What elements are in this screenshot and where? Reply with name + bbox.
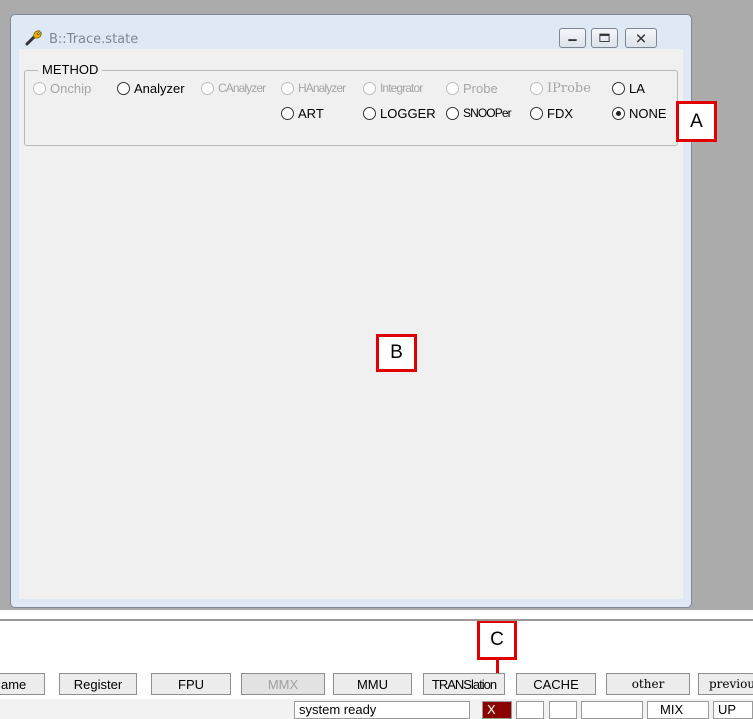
radio-probe-dot[interactable] — [446, 82, 459, 95]
callout-a: A — [676, 101, 717, 142]
callout-c: C — [477, 620, 517, 660]
minimize-icon — [568, 39, 577, 42]
trace-state-window: B::Trace.state METHOD Onchip Analyzer CA… — [10, 14, 692, 608]
workspace: B::Trace.state METHOD Onchip Analyzer CA… — [0, 0, 753, 610]
radio-la-dot[interactable] — [612, 82, 625, 95]
radio-integrator[interactable]: Integrator — [363, 81, 423, 95]
radio-none-label: NONE — [629, 106, 667, 121]
toolbar-button-translation[interactable]: TRANSlation — [423, 673, 505, 695]
method-group: METHOD Onchip Analyzer CAnalyzer HAnalyz… — [24, 62, 678, 146]
radio-canalyzer[interactable]: CAnalyzer — [201, 81, 266, 95]
status-cell-empty-2 — [549, 701, 577, 719]
radio-logger-dot[interactable] — [363, 107, 376, 120]
separator-line — [0, 619, 753, 621]
status-message: system ready — [294, 701, 470, 719]
radio-analyzer[interactable]: Analyzer — [117, 81, 185, 96]
toolbar-button-register[interactable]: Register — [59, 673, 137, 695]
radio-la-label: LA — [629, 81, 645, 96]
radio-probe[interactable]: Probe — [446, 81, 498, 96]
radio-iprobe-dot[interactable] — [530, 82, 543, 95]
radio-logger[interactable]: LOGGER — [363, 106, 436, 121]
radio-fdx-dot[interactable] — [530, 107, 543, 120]
radio-probe-label: Probe — [463, 81, 498, 96]
radio-canalyzer-label: CAnalyzer — [218, 81, 266, 95]
radio-analyzer-dot[interactable] — [117, 82, 130, 95]
radio-la[interactable]: LA — [612, 81, 645, 96]
status-error-flag: X — [482, 701, 512, 719]
radio-snooper-dot[interactable] — [446, 106, 459, 120]
toolbar-button-fpu[interactable]: FPU — [151, 673, 231, 695]
toolbar-button-cache[interactable]: CACHE — [516, 673, 596, 695]
radio-none[interactable]: NONE — [612, 106, 667, 121]
radio-integrator-dot[interactable] — [363, 81, 376, 95]
radio-hanalyzer-label: HAnalyzer — [298, 81, 346, 95]
callout-b: B — [376, 334, 417, 372]
toolbar-button-mmx[interactable]: MMX — [241, 673, 325, 695]
maximize-button[interactable] — [591, 28, 618, 48]
radio-art-label: ART — [298, 106, 324, 121]
radio-art[interactable]: ART — [281, 106, 324, 121]
radio-integrator-label: Integrator — [380, 81, 423, 95]
radio-fdx-label: FDX — [547, 106, 573, 121]
window-title: B::Trace.state — [49, 32, 139, 47]
radio-none-dot[interactable] — [612, 107, 625, 120]
status-bar: system ready X MIX UP — [0, 699, 753, 719]
status-cell-empty-1 — [516, 701, 544, 719]
radio-hanalyzer-dot[interactable] — [281, 81, 294, 95]
radio-iprobe-label: IProbe — [547, 81, 591, 96]
toolbar: ame Register FPU MMX MMU TRANSlation CAC… — [0, 673, 753, 697]
radio-canalyzer-dot[interactable] — [201, 81, 214, 95]
radio-onchip[interactable]: Onchip — [33, 81, 91, 96]
window-client-area: METHOD Onchip Analyzer CAnalyzer HAnalyz… — [19, 49, 683, 599]
radio-iprobe[interactable]: IProbe — [530, 81, 591, 96]
radio-onchip-label: Onchip — [50, 81, 92, 96]
status-mode: MIX — [647, 701, 709, 719]
radio-snooper-label: SNOOPer — [463, 106, 512, 120]
radio-analyzer-label: Analyzer — [134, 81, 185, 96]
radio-snooper[interactable]: SNOOPer — [446, 106, 512, 120]
minimize-button[interactable] — [559, 28, 586, 48]
radio-hanalyzer[interactable]: HAnalyzer — [281, 81, 346, 95]
toolbar-button-other[interactable]: other — [606, 673, 690, 695]
method-group-label: METHOD — [38, 62, 103, 77]
radio-art-dot[interactable] — [281, 107, 294, 120]
radio-logger-label: LOGGER — [380, 106, 436, 121]
radio-onchip-dot[interactable] — [33, 82, 46, 95]
close-button[interactable] — [625, 28, 657, 48]
status-cell-empty-3 — [581, 701, 643, 719]
status-direction: UP — [713, 701, 753, 719]
close-icon — [636, 34, 646, 43]
toolbar-button-mmu[interactable]: MMU — [333, 673, 412, 695]
radio-fdx[interactable]: FDX — [530, 106, 573, 121]
toolbar-button-previous[interactable]: previous — [698, 673, 753, 695]
wrench-icon — [25, 30, 42, 46]
maximize-icon — [599, 33, 610, 42]
toolbar-button-frame[interactable]: ame — [0, 673, 45, 695]
